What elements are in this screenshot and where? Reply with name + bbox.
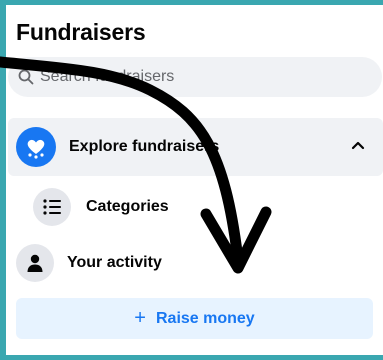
sidebar-item-label: Explore fundraisers xyxy=(69,138,220,155)
sidebar-item-explore-fundraisers[interactable]: Explore fundraisers xyxy=(8,118,383,176)
search-bar[interactable] xyxy=(8,57,382,97)
plus-icon: + xyxy=(134,307,146,329)
page-title: Fundraisers xyxy=(16,19,146,45)
person-icon xyxy=(16,244,54,282)
sidebar-item-label: Categories xyxy=(86,198,169,215)
fundraisers-panel: Fundraisers Explore fundraisers xyxy=(6,5,383,355)
heart-donate-icon xyxy=(16,127,56,167)
list-icon xyxy=(33,188,71,226)
search-input[interactable] xyxy=(40,68,340,86)
sidebar-item-categories[interactable]: Categories xyxy=(33,185,169,229)
raise-money-button[interactable]: + Raise money xyxy=(16,298,373,339)
raise-money-label: Raise money xyxy=(155,309,255,327)
sidebar-item-label: Your activity xyxy=(67,254,162,271)
chevron-up-icon[interactable] xyxy=(351,140,365,150)
search-icon xyxy=(18,69,34,85)
sidebar-item-your-activity[interactable]: Your activity xyxy=(16,241,162,285)
